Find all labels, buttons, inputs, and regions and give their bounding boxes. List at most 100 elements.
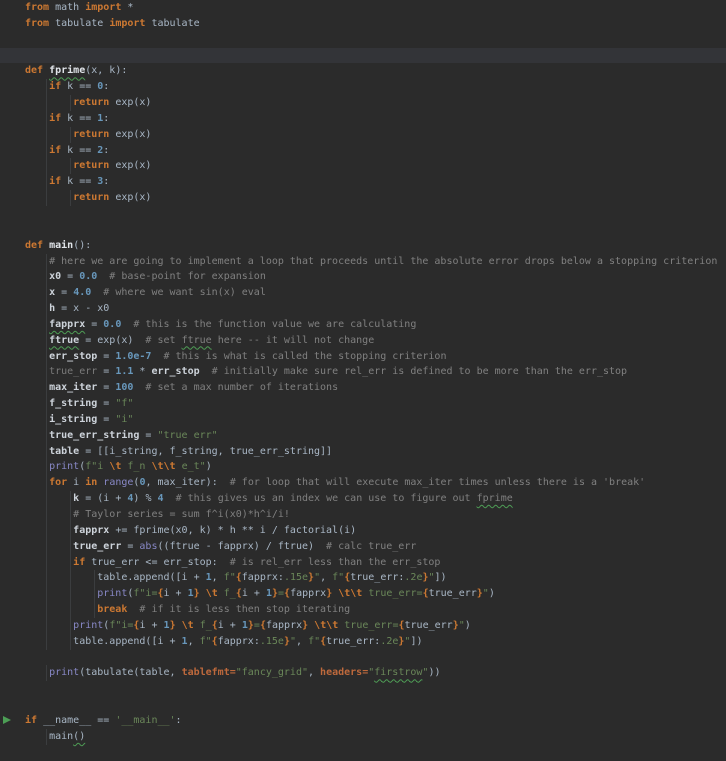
code-line: fapprx += fprime(x0, k) * h ** i / facto…	[0, 522, 726, 539]
code-token: print	[73, 619, 104, 631]
code-line: print(f"i={i + 1} \t f_{i + 1}={fapprx} …	[0, 617, 726, 634]
indent-guide	[70, 554, 72, 571]
code-line: if k == 2:	[0, 142, 726, 159]
code-token: tablefmt=	[181, 667, 236, 679]
code-token: ():	[73, 239, 92, 251]
code-token: ,	[308, 667, 321, 679]
code-token: here -- it will not change	[211, 334, 375, 346]
indent-guide	[46, 443, 48, 460]
code-token: =	[97, 398, 116, 410]
code-token: if	[49, 144, 62, 156]
code-token: main	[25, 730, 74, 742]
code-token: i +	[139, 619, 164, 631]
code-token: i +	[163, 588, 188, 600]
code-token: f_	[193, 619, 212, 631]
indent-guide	[94, 570, 96, 587]
code-token: # set a max number of iterations	[133, 382, 339, 394]
code-token: range	[103, 477, 134, 489]
indent-guide	[46, 301, 48, 317]
indent-guide	[46, 586, 48, 603]
code-editor[interactable]: from math import * from tabulate import t…	[0, 0, 726, 761]
code-line: return exp(x)	[0, 126, 726, 143]
code-line: f_string = "f"	[0, 396, 726, 412]
code-token: return	[73, 160, 110, 172]
indent-guide	[46, 411, 48, 428]
code-line: # here we are going to implement a loop …	[0, 253, 726, 270]
code-token: true_err	[428, 588, 477, 600]
code-token: f"	[223, 572, 236, 584]
code-token: exp(x)	[109, 128, 152, 140]
code-line: break # if it is less then stop iteratin…	[0, 602, 726, 618]
code-token: true_err	[49, 366, 98, 378]
indent-guide	[46, 142, 48, 159]
code-token: (x, k):	[85, 65, 128, 77]
code-token: , max_iter):	[145, 477, 218, 489]
code-token: ,	[320, 572, 333, 584]
code-token: true_err=	[362, 588, 423, 600]
code-token: ])	[434, 572, 447, 584]
caret-line-highlight	[0, 47, 726, 64]
code-token: f"	[332, 572, 345, 584]
indent-guide	[46, 459, 48, 476]
code-token: true_err:	[350, 572, 405, 584]
code-line: h = x - x0	[0, 301, 726, 317]
code-token: f_	[217, 588, 236, 600]
code-token: "fancy_grid"	[235, 667, 308, 679]
code-token: # is rel_err less than the err_stop	[217, 556, 441, 568]
code-token: math	[49, 2, 86, 13]
indent-guide	[46, 380, 48, 397]
code-token: fprime	[476, 493, 513, 505]
code-token: =	[97, 413, 116, 425]
code-token: fapprx	[49, 318, 86, 330]
code-line: print(tabulate(table, tablefmt="fancy_gr…	[0, 665, 726, 682]
code-token: = (i +	[79, 493, 128, 505]
code-token: = x - x0	[55, 303, 110, 315]
code-token: return	[73, 192, 110, 204]
code-token: 0.0	[103, 318, 122, 330]
indent-guide	[94, 586, 96, 603]
run-gutter-icon[interactable]	[3, 716, 11, 725]
code-token: def	[25, 239, 44, 251]
code-token: :	[103, 81, 110, 93]
code-token: ftrue	[181, 334, 212, 346]
code-token: return	[73, 128, 110, 140]
code-line: return exp(x)	[0, 190, 726, 206]
code-token: e_t"	[175, 461, 206, 473]
code-token: # calc true_err	[314, 540, 417, 552]
code-token: k ==	[61, 176, 98, 188]
indent-guide	[46, 348, 48, 365]
code-line: table = [[i_string, f_string, true_err_s…	[0, 443, 726, 460]
indent-guide	[70, 190, 72, 206]
code-token: f"i	[85, 461, 110, 473]
indent-guide	[46, 633, 48, 650]
code-line: ftrue = exp(x) # set ftrue here -- it wi…	[0, 332, 726, 349]
code-line: return exp(x)	[0, 158, 726, 175]
indent-guide	[46, 79, 48, 96]
code-token: "true err"	[157, 429, 218, 441]
code-token: 100	[115, 382, 134, 394]
code-line: main()	[0, 728, 726, 745]
code-token: tabulate	[49, 17, 110, 29]
code-token: in	[85, 477, 98, 489]
indent-guide	[46, 617, 48, 634]
indent-guide	[46, 602, 48, 618]
code-token: f"i=	[109, 619, 134, 631]
code-token: fapprx	[290, 588, 327, 600]
indent-guide	[46, 126, 48, 143]
code-token: __name__ ==	[37, 714, 116, 726]
indent-guide	[70, 633, 72, 650]
code-token: # where we want sin(x) eval	[91, 287, 266, 299]
indent-guide	[46, 316, 48, 333]
code-token: = [[i_string, f_string, true_err_string]…	[79, 445, 333, 457]
code-line: k = (i + 4) % 4 # this gives us an index…	[0, 491, 726, 507]
code-token: f"	[308, 635, 321, 647]
code-token: # this is what is called the stopping cr…	[151, 350, 447, 362]
code-token: i +	[217, 619, 242, 631]
code-token: = exp(x)	[79, 334, 134, 346]
